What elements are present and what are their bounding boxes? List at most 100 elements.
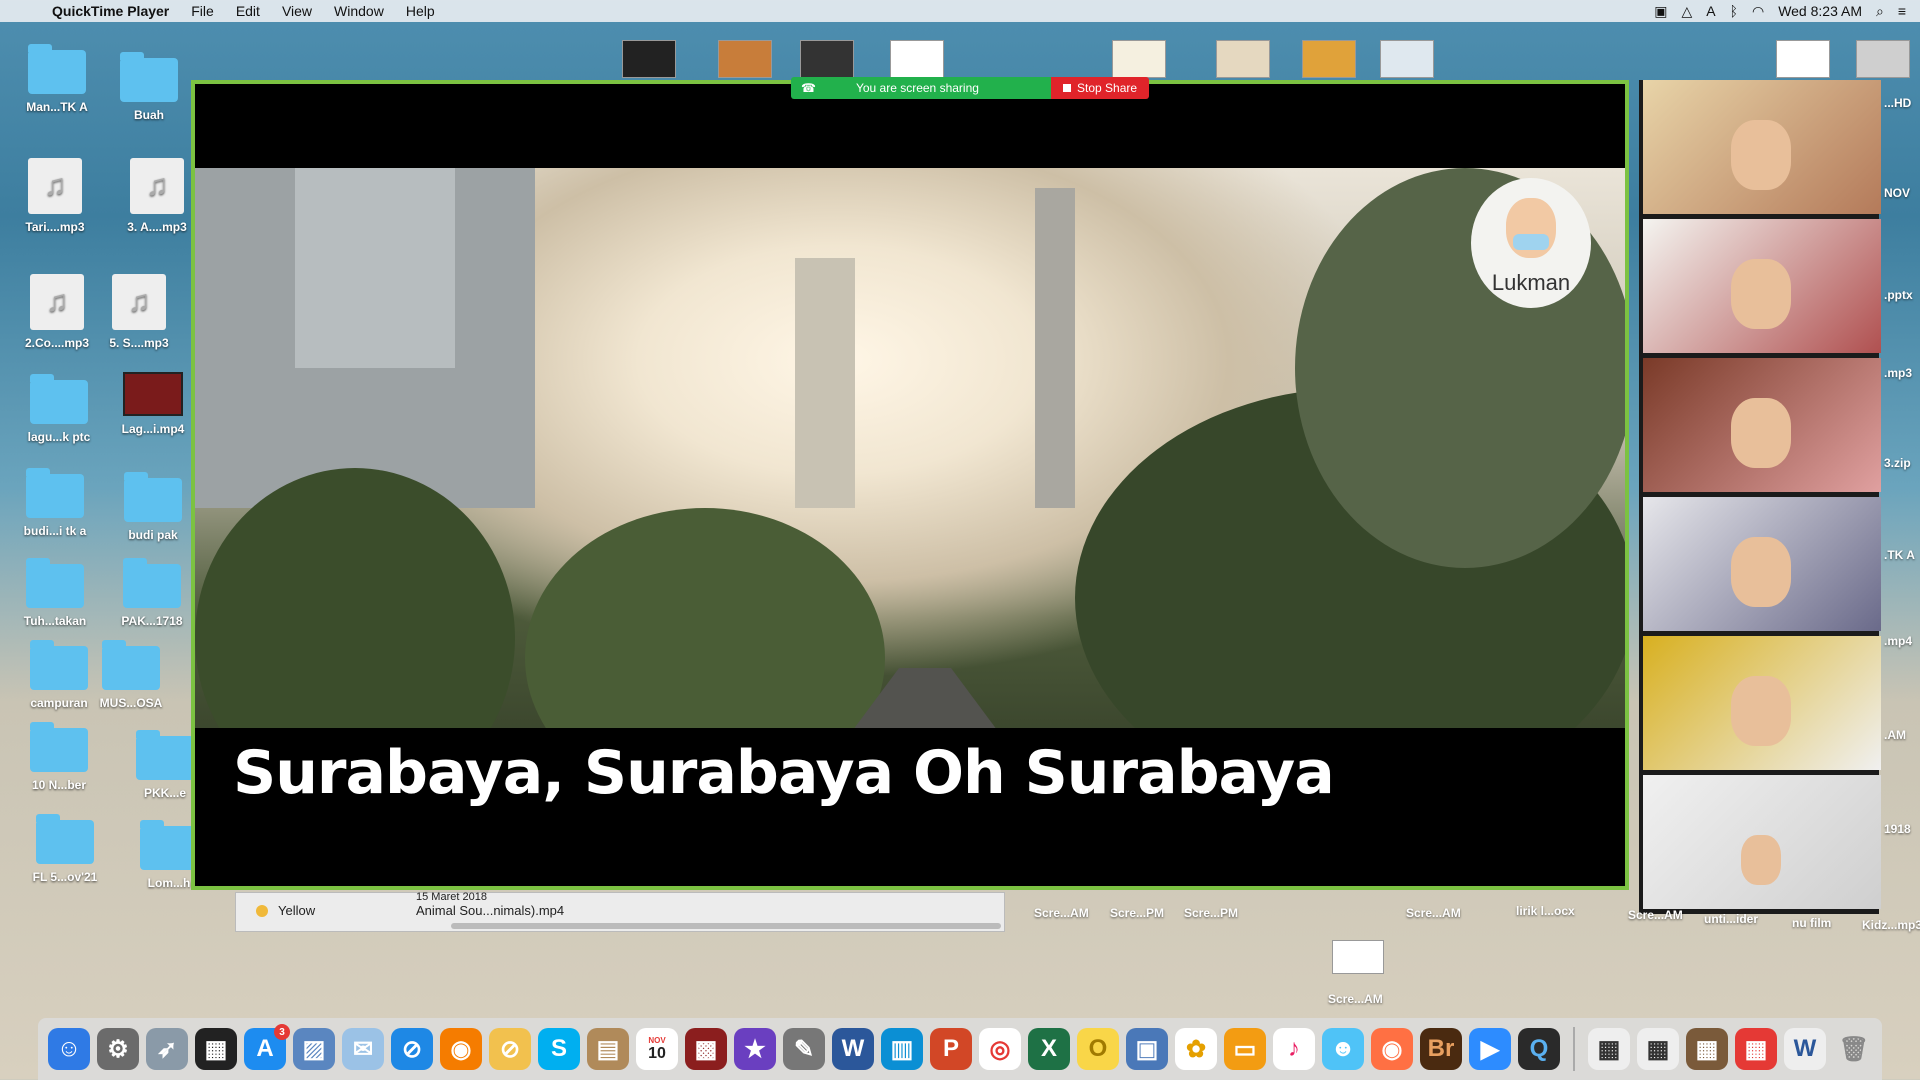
desktop-thumbnail[interactable] [1112, 40, 1166, 78]
imovie-icon[interactable]: ★ [734, 1028, 776, 1070]
notes-icon[interactable]: O [1077, 1028, 1119, 1070]
word-icon[interactable]: W [832, 1028, 874, 1070]
desktop-folder[interactable]: Man...TK A [12, 44, 102, 114]
skype-icon[interactable]: S [538, 1028, 580, 1070]
desktop-thumbnail[interactable] [1302, 40, 1356, 78]
contacts-icon[interactable]: ▤ [587, 1028, 629, 1070]
desktop-audio[interactable]: ♫ 2.Co....mp3 [12, 274, 102, 350]
edge-label[interactable]: 1918 [1884, 822, 1911, 836]
participant-tile[interactable] [1643, 775, 1881, 909]
stack-icon[interactable]: ▦ [1637, 1028, 1679, 1070]
desktop-thumbnail[interactable] [800, 40, 854, 78]
desktop-thumbnail[interactable] [622, 40, 676, 78]
music-icon[interactable]: ♪ [1273, 1028, 1315, 1070]
drive-icon[interactable]: △ [1681, 3, 1692, 20]
stack-icon[interactable]: W [1784, 1028, 1826, 1070]
edge-label[interactable]: NOV [1884, 186, 1910, 200]
desktop-file-label[interactable]: Scre...AM [1034, 906, 1089, 920]
desktop-thumbnail[interactable] [718, 40, 772, 78]
scrollbar[interactable] [451, 923, 1001, 929]
file-name[interactable]: Animal Sou...nimals).mp4 [416, 903, 564, 918]
stop-share-button[interactable]: Stop Share [1051, 77, 1150, 99]
menu-edit[interactable]: Edit [236, 3, 260, 19]
script-editor-icon[interactable]: ✎ [783, 1028, 825, 1070]
desktop-audio[interactable]: ♫ Tari....mp3 [10, 158, 100, 234]
participant-tile[interactable] [1643, 636, 1881, 770]
app-store-icon[interactable]: A3 [244, 1024, 290, 1070]
desktop-file-label[interactable]: lirik l...ocx [1516, 904, 1575, 918]
quicktime-icon[interactable]: Q [1518, 1028, 1560, 1070]
menu-help[interactable]: Help [406, 3, 435, 19]
safari-icon[interactable]: ⊘ [391, 1028, 433, 1070]
firefox-icon[interactable]: ◉ [440, 1028, 482, 1070]
desktop-file-label[interactable]: Scre...AM [1328, 992, 1383, 1006]
participant-tile[interactable] [1643, 497, 1881, 631]
desktop-audio[interactable]: ♫ 5. S....mp3 [94, 274, 184, 350]
desktop-folder[interactable]: budi...i tk a [10, 468, 100, 538]
desktop-folder[interactable]: Tuh...takan [10, 558, 100, 628]
desktop-folder[interactable]: PAK...1718 [107, 558, 197, 628]
clock[interactable]: Wed 8:23 AM [1778, 3, 1862, 19]
desktop-file-label[interactable]: Scre...AM [1406, 906, 1461, 920]
bluetooth-icon[interactable]: ᛒ [1730, 3, 1738, 19]
menu-file[interactable]: File [191, 3, 214, 19]
chrome-icon[interactable]: ◎ [979, 1028, 1021, 1070]
books-icon[interactable]: ▭ [1224, 1028, 1266, 1070]
desktop-thumbnail[interactable] [890, 40, 944, 78]
menu-view[interactable]: View [282, 3, 312, 19]
desktop-thumbnail[interactable] [1380, 40, 1434, 78]
stack-icon[interactable]: ▦ [1588, 1028, 1630, 1070]
participant-tile[interactable] [1643, 80, 1881, 214]
edge-label[interactable]: .pptx [1884, 288, 1913, 302]
menu-window[interactable]: Window [334, 3, 384, 19]
desktop-file-label[interactable]: unti...ider [1704, 912, 1758, 926]
archive-icon[interactable]: ▣ [1126, 1028, 1168, 1070]
drive-icon[interactable] [1856, 40, 1910, 78]
trash-icon[interactable]: 🗑 [1833, 1028, 1875, 1070]
tag-label[interactable]: Yellow [278, 903, 315, 918]
edge-label[interactable]: .AM [1884, 728, 1906, 742]
desktop-audio[interactable]: ♫ 3. A....mp3 [112, 158, 202, 234]
desktop-file-label[interactable]: nu film [1792, 916, 1831, 930]
photo-booth-alt-icon[interactable]: ▩ [685, 1028, 727, 1070]
desktop-thumbnail[interactable] [1776, 40, 1830, 78]
preview-icon[interactable]: ▨ [293, 1028, 335, 1070]
stack-icon[interactable]: ▦ [1735, 1028, 1777, 1070]
edge-label[interactable]: .TK A [1884, 548, 1915, 562]
participant-tile[interactable] [1643, 219, 1881, 353]
keynote-icon[interactable]: ▥ [881, 1028, 923, 1070]
desktop-file-label[interactable]: Scre...PM [1184, 906, 1238, 920]
participant-tile[interactable] [1643, 358, 1881, 492]
firefox-alt-icon[interactable]: ◉ [1371, 1028, 1413, 1070]
desktop-folder[interactable]: Buah [104, 52, 194, 122]
desktop-folder[interactable]: MUS...OSA [86, 640, 176, 710]
adobe-icon[interactable]: A [1706, 3, 1715, 19]
messages-icon[interactable]: ☻ [1322, 1028, 1364, 1070]
edge-label[interactable]: 3.zip [1884, 456, 1911, 470]
edge-label[interactable]: .mp3 [1884, 366, 1912, 380]
share-status[interactable]: ☎ You are screen sharing [791, 77, 1051, 99]
desktop-video[interactable]: Lag...i.mp4 [108, 372, 198, 436]
wifi-icon[interactable]: ◠ [1752, 3, 1764, 20]
powerpoint-icon[interactable]: P [930, 1028, 972, 1070]
finder-icon[interactable]: ☺ [48, 1028, 90, 1070]
stack-icon[interactable]: ▦ [1686, 1028, 1728, 1070]
desktop-file-label[interactable]: Scre...PM [1110, 906, 1164, 920]
launchpad-icon[interactable]: ➶ [146, 1028, 188, 1070]
prohibited-icon[interactable]: ⊘ [489, 1028, 531, 1070]
list-icon[interactable]: ≡ [1898, 3, 1906, 19]
desktop-folder[interactable]: FL 5...ov'21 [20, 814, 110, 884]
zoom-icon[interactable]: ▶ [1469, 1028, 1511, 1070]
edge-label[interactable]: Kidz...mp3 [1862, 918, 1920, 932]
mail-icon[interactable]: ✉ [342, 1028, 384, 1070]
desktop-thumbnail[interactable] [1216, 40, 1270, 78]
calendar-icon[interactable]: NOV 10 [636, 1028, 678, 1070]
desktop-folder[interactable]: 10 N...ber [14, 722, 104, 792]
desktop-file-label[interactable]: Scre...AM [1628, 908, 1683, 922]
excel-icon[interactable]: X [1028, 1028, 1070, 1070]
photo-booth-icon[interactable]: ▦ [195, 1028, 237, 1070]
edge-label[interactable]: .mp4 [1884, 634, 1912, 648]
desktop-folder[interactable]: budi pak [108, 472, 198, 542]
menu-app-name[interactable]: QuickTime Player [52, 3, 169, 19]
desktop-folder[interactable]: lagu...k ptc [14, 374, 104, 444]
